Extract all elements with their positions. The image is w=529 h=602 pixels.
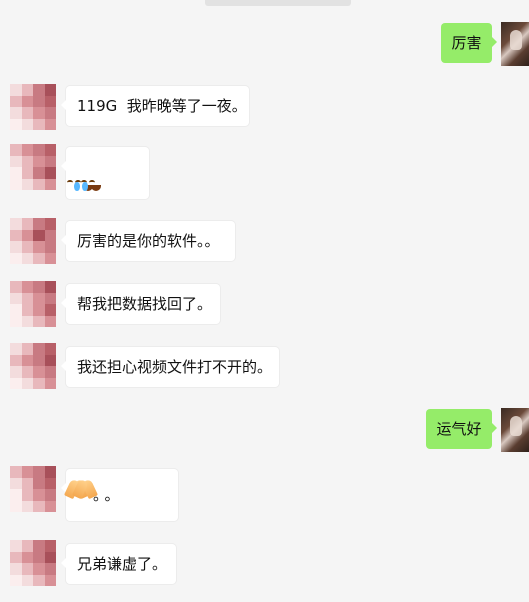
message-bubble-incoming[interactable] [61,147,149,199]
contact-avatar[interactable] [10,218,56,264]
message-text: 兄弟谦虚了。 [77,555,168,573]
contact-avatar[interactable] [10,466,56,512]
self-avatar[interactable] [501,408,529,452]
message-text: 厉害 [451,34,482,52]
contact-avatar[interactable] [10,281,56,327]
message-bubble-incoming[interactable]: 119G 我昨晚等了一夜。 [61,86,249,126]
message-row [0,144,529,200]
message-text: 帮我把数据找回了。 [77,295,213,313]
message-text: 。。 [93,486,124,504]
message-text: 119G 我昨晚等了一夜。 [77,97,247,115]
truncated-notice [205,0,351,6]
self-avatar[interactable] [501,22,529,66]
message-row: 运气好 [0,406,529,452]
message-bubble-outgoing[interactable]: 运气好 [426,409,497,449]
message-row: 厉害的是你的软件。。 [0,218,529,264]
contact-avatar[interactable] [10,144,56,190]
message-bubble-incoming[interactable]: 我还担心视频文件打不开的。 [61,347,279,387]
pixelated-avatar-image [10,540,56,586]
message-text: 厉害的是你的软件。。 [77,232,220,250]
pixelated-avatar-image [10,218,56,264]
message-bubble-incoming[interactable]: 。。 [61,469,178,521]
message-text: 运气好 [436,420,482,438]
message-text: 我还担心视频文件打不开的。 [77,358,273,376]
contact-avatar[interactable] [10,343,56,389]
message-bubble-incoming[interactable]: 兄弟谦虚了。 [61,544,176,584]
message-row: 119G 我昨晚等了一夜。 [0,84,529,130]
contact-avatar[interactable] [10,540,56,586]
message-bubble-outgoing[interactable]: 厉害 [441,23,497,63]
message-row: 兄弟谦虚了。 [0,540,529,586]
pixelated-avatar-image [10,343,56,389]
chat-window: 厉害 119G 我昨晚等了一夜。 厉害的是你的软件。。 帮我把数据找回了。 我还… [0,0,529,602]
pixelated-avatar-image [10,144,56,190]
pixelated-avatar-image [10,466,56,512]
pixelated-avatar-image [10,281,56,327]
message-row: 厉害 [0,20,529,66]
message-row: 我还担心视频文件打不开的。 [0,343,529,389]
message-bubble-incoming[interactable]: 帮我把数据找回了。 [61,284,220,324]
contact-avatar[interactable] [10,84,56,130]
message-bubble-incoming[interactable]: 厉害的是你的软件。。 [61,221,235,261]
message-row: 。。 [0,466,529,522]
pixelated-avatar-image [10,84,56,130]
message-row: 帮我把数据找回了。 [0,281,529,327]
